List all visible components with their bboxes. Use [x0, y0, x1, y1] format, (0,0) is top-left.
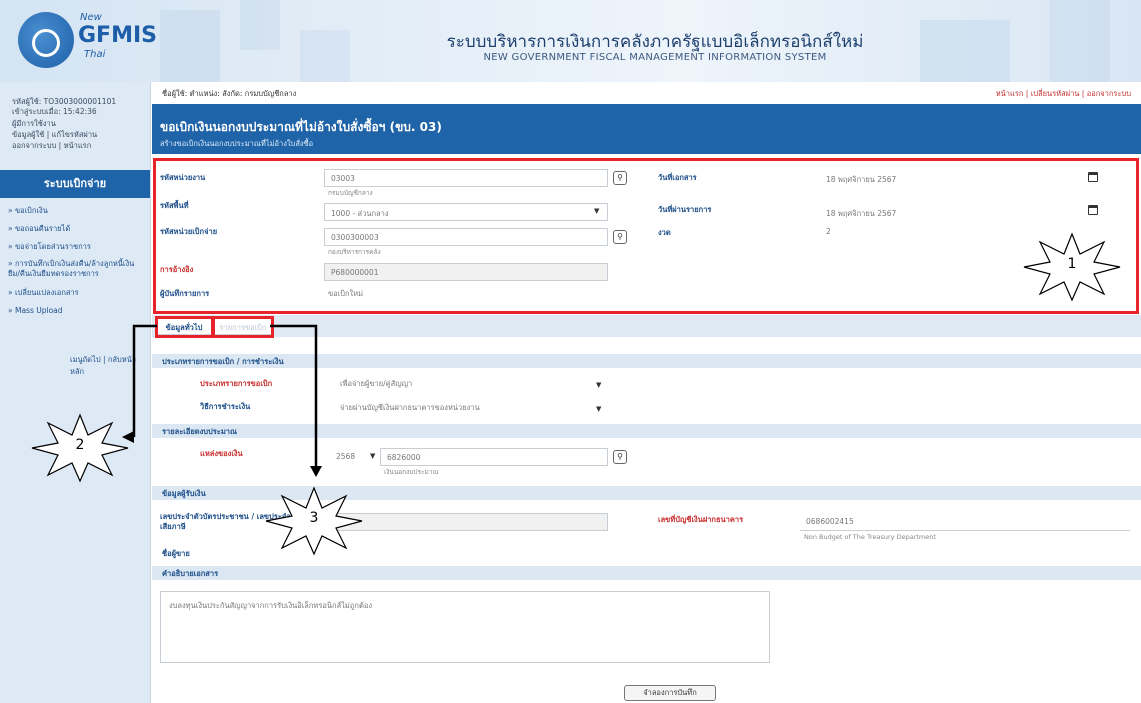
callout-3-icon: 3: [264, 486, 364, 556]
callout-arrows: [122, 324, 322, 477]
callout-1-icon: 1: [1022, 232, 1122, 302]
callout-2-icon: 2: [30, 413, 130, 483]
